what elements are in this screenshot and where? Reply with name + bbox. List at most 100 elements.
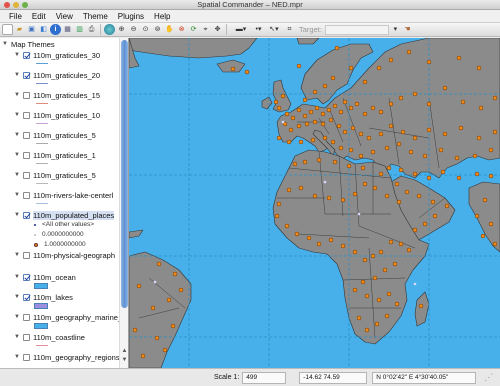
scale-field[interactable]: 499 xyxy=(242,371,287,384)
theme-visibility-checkbox[interactable] xyxy=(23,313,30,321)
theme-visibility-checkbox[interactable] xyxy=(23,333,30,341)
theme-item[interactable]: ▼ 110m_coastline xyxy=(14,332,85,342)
pan-hand-icon[interactable]: ✋ xyxy=(164,24,175,35)
populated-place-marker xyxy=(378,249,384,255)
info-icon[interactable]: i xyxy=(50,24,61,35)
theme-item[interactable]: ▼ 110m_geography_marine_ xyxy=(14,312,119,322)
expand-triangle-icon[interactable]: ▼ xyxy=(14,212,20,218)
target-dropdown-icon[interactable]: ▾ xyxy=(390,24,401,35)
status-bar: Scale 1: 499 -14.62 74.59 N 0°02'42" E 4… xyxy=(0,368,500,386)
world-map[interactable] xyxy=(129,38,500,368)
scroll-down-icon[interactable]: ▼ xyxy=(121,357,128,364)
theme-visibility-checkbox[interactable] xyxy=(23,191,30,199)
theme-visibility-checkbox[interactable] xyxy=(23,151,30,159)
menu-theme[interactable]: Theme xyxy=(78,10,113,23)
theme-visibility-checkbox[interactable] xyxy=(23,211,30,219)
measure-icon[interactable]: ⌖ xyxy=(200,24,211,35)
theme-visibility-checkbox[interactable] xyxy=(23,353,30,361)
resize-grip-icon[interactable]: ⋰ xyxy=(484,372,493,383)
expand-triangle-icon[interactable]: ▼ xyxy=(14,354,20,360)
populated-place-marker xyxy=(364,293,370,299)
theme-item[interactable]: ▼ 110m_lakes xyxy=(14,292,73,302)
expand-triangle-icon[interactable]: ▼ xyxy=(14,294,20,300)
move-icon[interactable]: ✥ xyxy=(212,24,223,35)
theme-item[interactable]: ▼ 110m-physical-geograph xyxy=(14,250,115,260)
menu-file[interactable]: File xyxy=(4,10,27,23)
save-icon[interactable]: ▣ xyxy=(26,24,37,35)
theme-item[interactable]: ▼ 110m_ocean xyxy=(14,272,76,282)
theme-visibility-checkbox[interactable] xyxy=(23,111,30,119)
zoom-out-icon[interactable]: ⊖ xyxy=(128,24,139,35)
expand-triangle-icon[interactable]: ▼ xyxy=(14,334,20,340)
theme-visibility-checkbox[interactable] xyxy=(23,91,30,99)
theme-item[interactable]: ▼ 110m_populated_places xyxy=(14,210,115,220)
map-canvas[interactable] xyxy=(129,38,500,368)
expand-triangle-icon[interactable]: ▼ xyxy=(14,112,20,118)
theme-item[interactable]: ▼ 110m_graticules_1 xyxy=(14,150,96,160)
expand-triangle-icon[interactable]: ▼ xyxy=(14,92,20,98)
tree-root[interactable]: ▼ Map Themes xyxy=(2,39,55,49)
zoom-in-icon[interactable]: ⊕ xyxy=(116,24,127,35)
line-style-icon[interactable]: ▬▾ xyxy=(230,24,252,35)
expand-triangle-icon[interactable]: ▼ xyxy=(14,72,20,78)
expand-triangle-icon[interactable]: ▼ xyxy=(14,314,20,320)
scrollbar-thumb[interactable] xyxy=(121,40,128,308)
menu-help[interactable]: Help xyxy=(149,10,175,23)
theme-visibility-checkbox[interactable] xyxy=(23,293,30,301)
refresh-icon[interactable]: ⟳ xyxy=(188,24,199,35)
menu-edit[interactable]: Edit xyxy=(27,10,51,23)
populated-place-marker xyxy=(334,45,340,51)
expand-triangle-icon[interactable]: ▼ xyxy=(14,192,20,198)
edit-vertex-icon[interactable]: ⌗ xyxy=(284,24,295,35)
theme-item[interactable]: ▼ 110m_graticules_30 xyxy=(14,50,100,60)
expand-triangle-icon[interactable]: ▼ xyxy=(14,132,20,138)
populated-place-marker xyxy=(172,271,178,277)
theme-item[interactable]: ▼ 110m_graticules_15 xyxy=(14,90,100,100)
populated-place-marker xyxy=(298,139,304,145)
menu-plugins[interactable]: Plugins xyxy=(113,10,149,23)
globe-icon[interactable] xyxy=(104,24,115,35)
theme-visibility-checkbox[interactable] xyxy=(23,51,30,59)
close-window-icon[interactable] xyxy=(4,2,10,8)
populated-place-marker xyxy=(166,297,172,303)
select-arrow-icon[interactable]: ↖▾ xyxy=(265,24,283,35)
expand-triangle-icon[interactable]: ▼ xyxy=(2,41,8,47)
populated-place-marker xyxy=(358,131,364,137)
point-icon[interactable]: •▾ xyxy=(253,24,264,35)
fill-swatch xyxy=(34,303,48,309)
new-icon[interactable] xyxy=(2,24,13,35)
zoom-selection-icon[interactable]: ⊙ xyxy=(140,24,151,35)
expand-triangle-icon[interactable]: ▼ xyxy=(14,52,20,58)
theme-item[interactable]: ▼ 110m_graticules_10 xyxy=(14,110,100,120)
expand-triangle-icon[interactable]: ▼ xyxy=(14,152,20,158)
zoom-full-icon[interactable]: ⊚ xyxy=(152,24,163,35)
theme-visibility-checkbox[interactable] xyxy=(23,131,30,139)
hand-icon[interactable]: ☚ xyxy=(402,24,413,35)
theme-item[interactable]: ▼ 110m_graticules_5 xyxy=(14,170,96,180)
open-folder-icon[interactable]: ▰ xyxy=(14,24,25,35)
theme-visibility-checkbox[interactable] xyxy=(23,71,30,79)
print-icon[interactable]: ⎙ xyxy=(86,24,97,35)
theme-visibility-checkbox[interactable] xyxy=(23,171,30,179)
theme-visibility-checkbox[interactable] xyxy=(23,251,30,259)
theme-item[interactable]: ▼ 110m-rivers-lake-centerl xyxy=(14,190,113,200)
theme-item[interactable]: ▼ 110m_geography_regions xyxy=(14,352,119,362)
populated-place-marker xyxy=(352,191,358,197)
theme-item[interactable]: ▼ 110m_graticules_5 xyxy=(14,130,96,140)
stop-icon[interactable]: ⊗ xyxy=(176,24,187,35)
expand-triangle-icon[interactable]: ▼ xyxy=(14,274,20,280)
zoom-window-icon[interactable] xyxy=(22,2,28,8)
minimize-window-icon[interactable] xyxy=(13,2,19,8)
scroll-up-icon[interactable]: ▲ xyxy=(121,348,128,355)
populated-place-marker xyxy=(330,75,336,81)
target-field[interactable] xyxy=(324,24,389,35)
chart-icon[interactable]: ▥ xyxy=(74,24,85,35)
menu-view[interactable]: View xyxy=(51,10,78,23)
theme-item[interactable]: ▼ 110m_graticules_20 xyxy=(14,70,100,80)
table-icon[interactable]: ▦ xyxy=(62,24,73,35)
expand-triangle-icon[interactable]: ▼ xyxy=(14,172,20,178)
theme-visibility-checkbox[interactable] xyxy=(23,273,30,281)
layers-icon[interactable]: ◧ xyxy=(38,24,49,35)
expand-triangle-icon[interactable]: ▼ xyxy=(14,252,20,258)
panel-scrollbar[interactable]: ▲ ▼ xyxy=(119,38,128,368)
